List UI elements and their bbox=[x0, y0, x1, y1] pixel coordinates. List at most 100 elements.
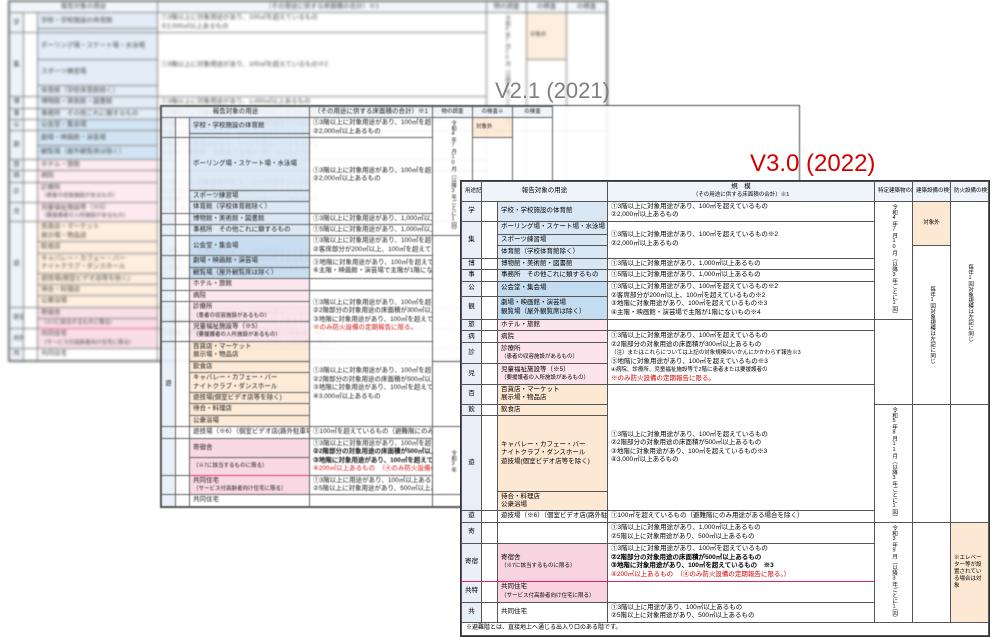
s bbox=[176, 341, 190, 427]
c bbox=[162, 475, 176, 495]
s bbox=[176, 236, 190, 256]
hdr-bldg: 特定建築物の調査 bbox=[875, 182, 913, 202]
crit: ①3階以上に対象用途があり、100㎡を超えているもの②2階部分の対象用途の床面積… bbox=[310, 290, 433, 341]
c: 旅 bbox=[10, 159, 24, 170]
row: 事務所 その他これに類するもの bbox=[190, 225, 310, 236]
crit: ③地階に対象用途があり、100㎡を超えているもの※3④主階・映画館・演芸場で主階… bbox=[310, 256, 433, 279]
version-label-30: V3.0 (2022) bbox=[750, 150, 875, 178]
b bbox=[913, 404, 951, 522]
c bbox=[162, 213, 176, 224]
row: 寄宿舎 bbox=[190, 438, 310, 457]
crit: ①3階以上に対象用途があり、1,000㎡以上あるもの bbox=[310, 213, 433, 224]
row: 共同住宅（サービス付高齢者向け住宅に限る） bbox=[38, 329, 158, 349]
row: 診療所（患者の収容施設があるもの） bbox=[190, 302, 310, 322]
crit: ①5階以上に対象用途があり、1,000㎡以上あるもの bbox=[310, 225, 433, 236]
hdr-usage: 報告対象の用途 bbox=[10, 2, 158, 13]
s bbox=[482, 416, 498, 511]
c: 児 bbox=[10, 202, 24, 222]
c bbox=[162, 118, 176, 138]
row: 劇場・映画館・演芸場 bbox=[190, 256, 310, 267]
sched-r3: 令和3年9月（以降3年ごとに1回） bbox=[875, 522, 913, 623]
crit: ①3階以上に対象用途があり、1,000㎡以上あるもの bbox=[608, 258, 875, 269]
hdr-scale: （その用途に供する床面積の合計）※1 bbox=[310, 107, 433, 118]
row-bowl: ボーリング場・スケート場・水泳場 bbox=[498, 221, 608, 234]
row: キャバレー・カフェー・バーナイトクラブ・ダンスホール bbox=[38, 253, 158, 273]
hdr-fire: 防火設備の検査 bbox=[951, 182, 989, 202]
s bbox=[24, 202, 38, 222]
cat-haku: 博 bbox=[462, 258, 482, 269]
s bbox=[482, 221, 498, 258]
c bbox=[162, 495, 176, 506]
row: 待合・料理店 bbox=[190, 404, 310, 415]
cat-yuu: 遊 bbox=[462, 416, 482, 511]
row: 体育館（学校体育館除く） bbox=[38, 85, 158, 96]
c bbox=[162, 236, 176, 256]
c: 診 bbox=[10, 182, 24, 202]
cat-ki: 寄 bbox=[462, 522, 482, 543]
h3: の検査 bbox=[513, 107, 553, 118]
row-theater: 劇場・映画館・演芸場観覧場（屋外観覧席は除く） bbox=[498, 296, 608, 319]
hdr-code: 用途記号 bbox=[462, 182, 482, 202]
s bbox=[482, 522, 498, 543]
c bbox=[162, 138, 176, 213]
row: ホテル・旅館 bbox=[190, 279, 310, 290]
sched-r4: 令和4年7月10月（以降3年ごとに1回） bbox=[875, 201, 913, 319]
row: 学校・学校施設の体育館 bbox=[38, 13, 158, 29]
exempt: 対象外 bbox=[913, 201, 951, 245]
c bbox=[162, 321, 176, 341]
s bbox=[24, 33, 38, 97]
hdr-usage: 報告対象の用途 bbox=[162, 107, 310, 118]
row-clinic: 診療所（患者の収容施設があるもの） bbox=[498, 343, 608, 364]
ex: 対象外 bbox=[527, 13, 567, 59]
c: 共特 bbox=[10, 329, 24, 349]
row-gym: 体育館（学校体育館除く） bbox=[498, 246, 608, 259]
row: 診療所（患者の収容施設があるもの） bbox=[38, 182, 158, 202]
s bbox=[24, 97, 38, 108]
c bbox=[162, 256, 176, 279]
s bbox=[482, 296, 498, 319]
crit: ①3階以上に対象用途があり、1,000㎡以上あるもの②5階以上に対象用途があり、… bbox=[608, 522, 875, 543]
s bbox=[176, 302, 190, 322]
crit: ①3階以上に対象用途があり、100㎡を超えているもの②2,000㎡以上あるもの bbox=[608, 201, 875, 221]
s bbox=[176, 256, 190, 279]
s bbox=[176, 321, 190, 341]
s bbox=[176, 213, 190, 224]
row-sports: スポーツ練習場 bbox=[498, 234, 608, 245]
s bbox=[176, 427, 190, 438]
cat-shuu: 集 bbox=[462, 221, 482, 258]
row: 共同住宅 bbox=[38, 349, 158, 360]
row-hotel: ホテル・旅館 bbox=[498, 319, 608, 330]
hdr-scale: （その用途に供する床面積の合計）※1 bbox=[158, 2, 487, 13]
c bbox=[162, 427, 176, 438]
s bbox=[482, 331, 498, 343]
s bbox=[176, 118, 190, 138]
row: 博物館・美術館・図書館 bbox=[38, 97, 158, 108]
cat-kyou2: 共 bbox=[462, 602, 482, 623]
row: 遊技場(個室ビデオ店等を除く) bbox=[38, 273, 158, 284]
row: 遊技場（※6）（個室ビデオ店(路外駐車場などこれらに類するもの) bbox=[190, 427, 310, 438]
row-game2: 遊技場（※6）（個室ビデオ店(路外駐車場などこれらに類するもの) bbox=[498, 511, 608, 522]
c: 遊 bbox=[10, 222, 24, 308]
c: 病 bbox=[10, 171, 24, 182]
s bbox=[176, 475, 190, 495]
row: 児童福祉施設等（※5）（要援護者の入所施設があるもの） bbox=[190, 321, 310, 341]
crit: ①3階以上に対象用途があり、100㎡を超えているもの※2②客席部分が200㎡以上… bbox=[608, 281, 875, 319]
footnote: ※避難階とは、直接地上へ通じる出入り口のある階です。 bbox=[462, 623, 989, 636]
s bbox=[24, 182, 38, 202]
row: 博物館・美術館・図書館 bbox=[190, 213, 310, 224]
row: ホテル・旅館 bbox=[38, 159, 158, 170]
row: 共同住宅（サービス付高齢者向け住宅に限る） bbox=[190, 475, 310, 495]
crit: ①5階以上に対象用途があり、1,000㎡以上あるもの bbox=[608, 270, 875, 281]
c: 寄宿 bbox=[10, 307, 24, 329]
row-school: 学校・学校施設の体育館 bbox=[498, 201, 608, 221]
c bbox=[310, 279, 433, 290]
c bbox=[608, 581, 875, 602]
cat: 学 bbox=[10, 13, 24, 33]
row: （※7に該当するものに限る） bbox=[190, 458, 310, 475]
crit: ①3階以上に用途があり、100㎡以上あるもの②5階以上に対象用途があり、500㎡… bbox=[310, 475, 433, 495]
h2: の検査※ bbox=[473, 107, 513, 118]
crit: ①100㎡を超えているもの（避難階にのみ用途がある場合を除く） bbox=[310, 427, 433, 438]
row: 寄宿舎 bbox=[38, 307, 158, 318]
c bbox=[310, 495, 433, 506]
row: 公会堂・集会場 bbox=[190, 236, 310, 256]
